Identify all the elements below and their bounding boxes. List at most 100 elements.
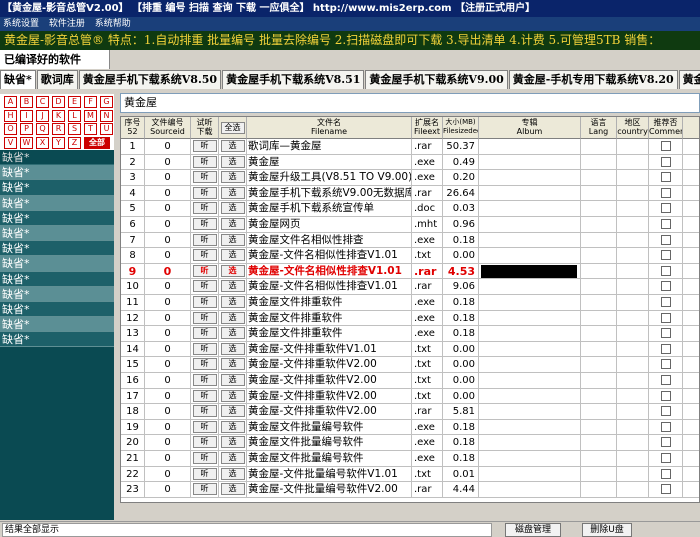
commend-checkbox[interactable] [660, 421, 671, 432]
letter-button-p[interactable]: P [20, 123, 33, 135]
tab-v820[interactable]: 黄金屋-手机专用下载系统V8.20 [508, 70, 678, 89]
select-button[interactable]: 选 [220, 436, 245, 449]
listen-button[interactable]: 听 [192, 420, 217, 433]
commend-checkbox[interactable] [660, 375, 671, 385]
commend-checkbox[interactable] [660, 281, 671, 292]
letter-button-all[interactable]: 全部 [84, 136, 110, 149]
select-button[interactable]: 选 [220, 249, 245, 262]
letter-button-h[interactable]: H [4, 109, 17, 122]
table-row[interactable]: 19 0 听选黄金屋文件批量编号软件 .exe 0.18 [121, 419, 699, 436]
sidebar-item[interactable]: 缺省* [0, 241, 114, 257]
letter-button-s[interactable]: S [68, 123, 81, 135]
letter-button-y[interactable]: Y [52, 136, 65, 149]
letter-button-d[interactable]: D [52, 96, 65, 108]
table-row[interactable]: 21 0 听选黄金屋文件批量编号软件 .exe 0.18 [121, 451, 699, 467]
table-row[interactable]: 20 0 听选黄金屋文件批量编号软件 .exe 0.18 [121, 435, 699, 451]
header-lang[interactable]: 语言 Lang [581, 117, 617, 139]
listen-button[interactable]: 听 [192, 483, 217, 496]
tab-v850[interactable]: 黄金屋手机下载系统V8.50 [78, 70, 222, 89]
commend-checkbox[interactable] [660, 265, 671, 276]
sidebar-item[interactable]: 缺省* [0, 195, 114, 211]
disk-manage-button[interactable]: 磁盘管理 [505, 523, 561, 537]
select-button[interactable]: 选 [220, 155, 245, 168]
select-button[interactable]: 选 [220, 311, 245, 324]
commend-checkbox[interactable] [660, 359, 671, 370]
tab-v900[interactable]: 黄金屋手机下载系统V9.00 [365, 70, 508, 89]
menu-system-settings[interactable]: 系统设置 [3, 19, 39, 29]
header-commend[interactable]: 推荐否Commend [649, 117, 683, 139]
commend-checkbox[interactable] [660, 390, 671, 401]
sidebar-item[interactable]: 缺省* [0, 210, 114, 226]
table-row[interactable]: 5 0 听选黄金屋手机下载系统宣传单 .doc 0.03 [121, 201, 699, 217]
header-fileext[interactable]: 扩展名 Fileext [412, 117, 443, 139]
select-button[interactable]: 选 [220, 467, 245, 480]
header-seq[interactable]: 序号 52 [121, 117, 145, 139]
letter-button-r[interactable]: R [52, 123, 65, 135]
sidebar-item[interactable]: 缺省* [0, 225, 114, 242]
select-button[interactable]: 选 [220, 264, 245, 277]
header-sourceid[interactable]: 文件编号 Sourceid [145, 117, 191, 139]
table-row[interactable]: 17 0 听选黄金屋-文件排重软件V2.00 .txt 0.00 [121, 388, 699, 405]
select-button[interactable]: 选 [220, 342, 245, 355]
table-row[interactable]: 11 0 听选黄金屋文件排重软件 .exe 0.18 [121, 295, 699, 311]
table-row[interactable]: 8 0 听选黄金屋-文件名相似性排查V1.01 .txt 0.00 [121, 248, 699, 264]
letter-button-e[interactable]: E [68, 96, 81, 108]
commend-checkbox[interactable] [660, 406, 671, 417]
listen-button[interactable]: 听 [192, 342, 217, 355]
letter-button-a[interactable]: A [4, 96, 17, 108]
select-button[interactable]: 选 [220, 420, 245, 433]
listen-button[interactable]: 听 [192, 264, 217, 277]
listen-button[interactable]: 听 [192, 202, 217, 215]
commend-checkbox[interactable] [660, 484, 671, 495]
listen-button[interactable]: 听 [192, 311, 217, 324]
search-input[interactable]: 黄金屋 [120, 93, 700, 113]
letter-button-l[interactable]: L [68, 109, 81, 122]
letter-button-x[interactable]: X [36, 136, 49, 149]
sidebar-item[interactable]: 缺省* [0, 165, 114, 181]
table-row[interactable]: 4 0 听选黄金屋手机下载系统V9.00无数据库 .rar 26.64 [121, 185, 699, 202]
sidebar-item[interactable]: 缺省* [0, 317, 114, 333]
select-button[interactable]: 选 [220, 374, 245, 386]
header-album[interactable]: 专辑 Album [479, 117, 581, 139]
sidebar-item[interactable]: 缺省* [0, 150, 114, 166]
table-row[interactable]: 1 0 听选歌词库—黄金屋 .rar 50.37 [121, 139, 699, 155]
table-row[interactable]: 3 0 听选黄金屋升级工具(V8.51 TO V9.00) .exe 0.20 [121, 170, 699, 186]
letter-button-f[interactable]: F [84, 96, 97, 108]
commend-checkbox[interactable] [660, 343, 671, 354]
sidebar-item[interactable]: 缺省* [0, 332, 114, 348]
letter-button-k[interactable]: K [52, 109, 65, 122]
table-row[interactable]: 12 0 听选黄金屋文件排重软件 .exe 0.18 [121, 310, 699, 327]
select-button[interactable]: 选 [220, 389, 245, 402]
listen-button[interactable]: 听 [192, 186, 217, 199]
table-row[interactable]: 9 0 听选黄金屋-文件名相似性排查V1.01 .rar 4.53 [121, 263, 699, 280]
table-row[interactable]: 2 0 听选黄金屋 .exe 0.49 [121, 154, 699, 171]
listen-button[interactable]: 听 [192, 296, 217, 308]
commend-checkbox[interactable] [660, 297, 671, 307]
sidebar-item[interactable]: 缺省* [0, 286, 114, 302]
tab-default[interactable]: 缺省* [0, 70, 36, 89]
tab-lyrics[interactable]: 歌词库 [36, 70, 78, 89]
table-row[interactable]: 18 0 听选黄金屋-文件排重软件V2.00 .rar 5.81 [121, 404, 699, 420]
select-all-button[interactable]: 全选 [220, 122, 245, 134]
listen-button[interactable]: 听 [192, 452, 217, 464]
commend-checkbox[interactable] [660, 187, 671, 198]
select-button[interactable]: 选 [220, 358, 245, 371]
letter-button-n[interactable]: N [100, 109, 113, 122]
letter-button-o[interactable]: O [4, 123, 17, 135]
sidebar-item[interactable]: 缺省* [0, 256, 114, 272]
table-row[interactable]: 6 0 听选黄金屋网页 .mht 0.96 [121, 217, 699, 233]
header-filesize[interactable]: 大小(MB) Filesizedec [443, 117, 479, 139]
commend-checkbox[interactable] [660, 141, 671, 151]
commend-checkbox[interactable] [660, 172, 671, 183]
letter-button-b[interactable]: B [20, 96, 33, 108]
table-row[interactable]: 14 0 听选黄金屋-文件排重软件V1.01 .txt 0.00 [121, 341, 699, 358]
tab-v851[interactable]: 黄金屋手机下载系统V8.51 [222, 70, 365, 89]
table-row[interactable]: 16 0 听选黄金屋-文件排重软件V2.00 .txt 0.00 [121, 373, 699, 389]
commend-checkbox[interactable] [660, 312, 671, 323]
select-button[interactable]: 选 [220, 218, 245, 230]
listen-button[interactable]: 听 [192, 280, 217, 293]
select-button[interactable]: 选 [220, 405, 245, 418]
letter-button-q[interactable]: Q [36, 123, 49, 135]
listen-button[interactable]: 听 [192, 233, 217, 246]
letter-button-g[interactable]: G [100, 96, 113, 108]
